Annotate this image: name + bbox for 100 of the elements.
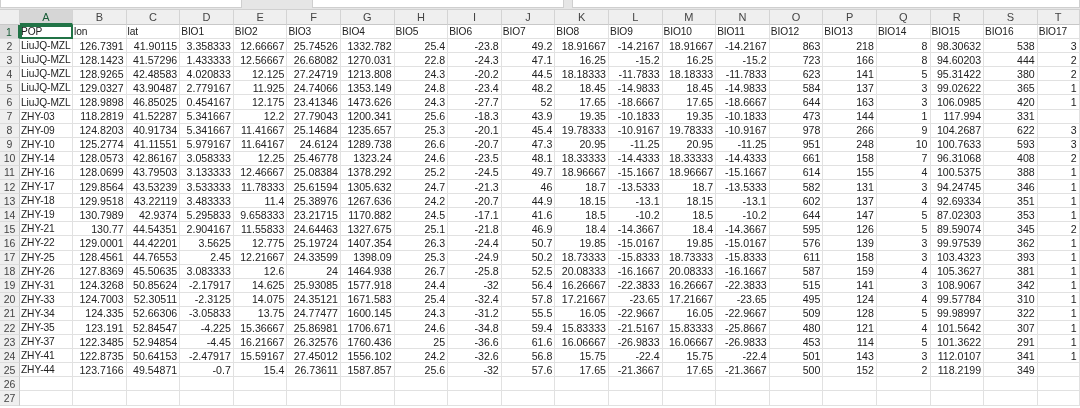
table-cell[interactable]: 473 (769, 109, 824, 124)
table-cell[interactable]: 611 (769, 250, 824, 265)
table-cell[interactable]: -21.3667 (608, 363, 663, 378)
table-cell[interactable]: 1270.031 (340, 53, 395, 68)
table-cell[interactable]: 57.8 (501, 292, 556, 307)
table-cell[interactable]: 129.0327 (73, 81, 127, 96)
table-cell[interactable]: BIO6 (448, 25, 502, 40)
table-cell[interactable]: 3 (876, 95, 931, 110)
table-cell[interactable]: 1 (1037, 95, 1080, 110)
table-cell[interactable]: 50.2 (501, 250, 556, 265)
formula-bar[interactable] (572, 0, 1080, 8)
table-cell[interactable] (126, 391, 181, 406)
table-cell[interactable]: BIO10 (662, 25, 717, 40)
table-cell[interactable]: 25.4 (394, 39, 449, 54)
table-cell[interactable]: 24.74066 (287, 81, 341, 96)
table-cell[interactable] (930, 391, 985, 406)
table-cell[interactable]: -17.1 (448, 208, 502, 223)
table-cell[interactable]: 5.341667 (180, 109, 234, 124)
table-cell[interactable]: 26.7 (394, 264, 449, 279)
table-cell[interactable]: 5.295833 (180, 208, 234, 223)
table-cell[interactable]: 5.341667 (180, 123, 234, 138)
table-cell[interactable]: 495 (769, 292, 824, 307)
table-cell[interactable]: 501 (769, 349, 824, 364)
table-cell[interactable] (1037, 377, 1080, 392)
table-cell[interactable]: 41.90115 (126, 39, 181, 54)
table-cell[interactable]: 43.79503 (126, 165, 181, 181)
table-cell[interactable]: 24.35121 (287, 292, 341, 307)
table-cell[interactable]: 723 (769, 53, 824, 68)
table-cell[interactable] (233, 391, 288, 406)
table-cell[interactable]: -13.5333 (608, 180, 663, 195)
table-cell[interactable]: -13.1 (608, 194, 663, 209)
table-cell[interactable]: 5 (876, 208, 931, 223)
table-cell[interactable]: -26.9833 (608, 335, 663, 350)
table-cell[interactable]: -3.05833 (180, 306, 234, 321)
table-cell[interactable]: 56.4 (501, 278, 556, 293)
table-cell[interactable]: 100.7633 (930, 137, 985, 152)
table-cell[interactable]: 12.6 (233, 264, 288, 279)
table-cell[interactable] (769, 391, 824, 406)
table-cell[interactable] (287, 391, 341, 406)
row-header[interactable]: 25 (0, 363, 20, 378)
table-cell[interactable]: 126.7391 (73, 39, 127, 54)
table-cell[interactable]: 130.77 (73, 222, 127, 237)
table-cell[interactable]: 1 (1037, 81, 1080, 96)
table-cell[interactable]: ZHY-31 (20, 278, 73, 293)
table-cell[interactable] (73, 391, 127, 406)
table-cell[interactable]: 593 (984, 137, 1038, 152)
table-cell[interactable]: 331 (984, 109, 1038, 124)
table-cell[interactable]: 103.4323 (930, 250, 985, 265)
table-cell[interactable]: 13.75 (233, 306, 288, 321)
table-cell[interactable]: 163 (823, 95, 877, 110)
table-cell[interactable]: 587 (769, 264, 824, 279)
table-cell[interactable]: 12.175 (233, 95, 288, 110)
select-all-corner[interactable] (0, 10, 20, 25)
table-cell[interactable]: 1289.738 (340, 137, 395, 152)
table-cell[interactable]: 25.46778 (287, 151, 341, 166)
table-cell[interactable]: 12.775 (233, 236, 288, 251)
table-cell[interactable] (394, 377, 449, 392)
table-cell[interactable]: 538 (984, 39, 1038, 54)
table-cell[interactable]: 42.86167 (126, 151, 181, 166)
table-cell[interactable]: 1378.292 (340, 165, 395, 181)
table-cell[interactable]: 11.925 (233, 81, 288, 96)
table-cell[interactable]: 44.42201 (126, 236, 181, 251)
table-cell[interactable]: 152 (823, 363, 877, 378)
table-cell[interactable]: 95.31422 (930, 67, 985, 82)
table-cell[interactable]: LiuJQ-MZL (20, 53, 73, 68)
column-header[interactable]: J (501, 10, 556, 25)
table-cell[interactable]: 1.433333 (180, 53, 234, 68)
table-cell[interactable] (984, 377, 1038, 392)
table-cell[interactable]: 3 (1037, 137, 1080, 152)
table-cell[interactable]: 40.91734 (126, 123, 181, 138)
table-cell[interactable]: 15.83333 (662, 320, 717, 336)
table-cell[interactable]: 23.21715 (287, 208, 341, 223)
table-cell[interactable]: 349 (984, 363, 1038, 378)
table-cell[interactable]: -16.1667 (608, 264, 663, 279)
table-cell[interactable]: 18.5 (555, 208, 609, 223)
table-cell[interactable]: 1305.632 (340, 180, 395, 195)
table-cell[interactable]: 0.454167 (180, 95, 234, 110)
table-cell[interactable]: 17.65 (662, 95, 717, 110)
table-cell[interactable]: ZHY-21 (20, 222, 73, 237)
table-cell[interactable]: 11.78333 (233, 180, 288, 195)
table-cell[interactable]: lat (126, 25, 181, 40)
table-cell[interactable]: 15.4 (233, 363, 288, 378)
table-cell[interactable]: 124.7003 (73, 292, 127, 307)
table-cell[interactable]: 45.50635 (126, 264, 181, 279)
table-cell[interactable]: 24 (287, 264, 341, 279)
table-cell[interactable]: 1556.102 (340, 349, 395, 364)
table-cell[interactable]: 129.0001 (73, 236, 127, 251)
table-cell[interactable]: ZHY-18 (20, 194, 73, 209)
column-header[interactable]: S (984, 10, 1038, 25)
table-cell[interactable]: 500 (769, 363, 824, 378)
table-cell[interactable]: 159 (823, 264, 877, 279)
table-cell[interactable]: 27.45012 (287, 349, 341, 364)
table-cell[interactable]: -13.5333 (716, 180, 770, 195)
table-cell[interactable]: 2 (1037, 222, 1080, 237)
table-cell[interactable]: -20.7 (448, 194, 502, 209)
table-cell[interactable]: 17.65 (662, 363, 717, 378)
table-cell[interactable]: 114 (823, 335, 877, 350)
table-cell[interactable]: 42.9374 (126, 208, 181, 223)
table-cell[interactable]: BIO11 (716, 25, 770, 40)
table-cell[interactable]: 1 (1037, 306, 1080, 321)
